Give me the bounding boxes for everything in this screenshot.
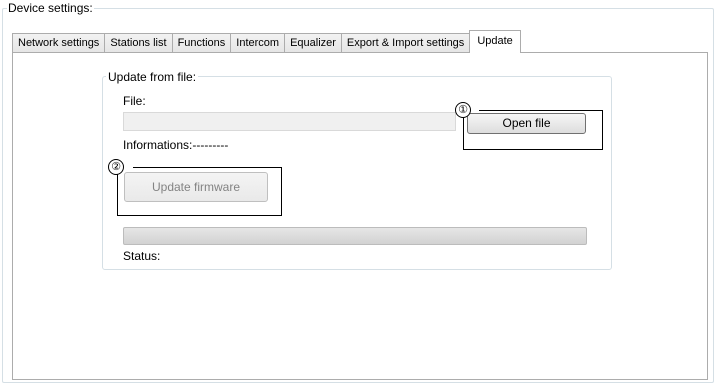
tab-intercom[interactable]: Intercom <box>230 33 286 53</box>
status-label: Status: <box>123 249 161 263</box>
callout-number-1: ① <box>455 102 471 118</box>
tab-equalizer[interactable]: Equalizer <box>284 33 342 53</box>
file-path-field[interactable] <box>123 112 456 131</box>
callout-box-2 <box>117 167 282 216</box>
file-label: File: <box>123 94 146 108</box>
informations-label: Informations:--------- <box>123 138 229 152</box>
tab-strip: Network settings Stations list Functions… <box>12 30 521 53</box>
device-settings-title: Device settings: <box>7 0 94 16</box>
update-from-file-title: Update from file: <box>106 70 199 84</box>
tab-stations-list[interactable]: Stations list <box>104 33 173 53</box>
callout-number-2: ② <box>108 159 124 175</box>
device-settings-window: Device settings: Network settings Statio… <box>0 0 718 387</box>
tab-export-import-settings[interactable]: Export & Import settings <box>340 33 471 53</box>
callout-box-1 <box>463 110 603 150</box>
tab-network-settings[interactable]: Network settings <box>12 33 106 53</box>
tab-functions[interactable]: Functions <box>171 33 232 53</box>
tab-update[interactable]: Update <box>469 30 521 53</box>
update-progress-bar <box>123 227 587 245</box>
